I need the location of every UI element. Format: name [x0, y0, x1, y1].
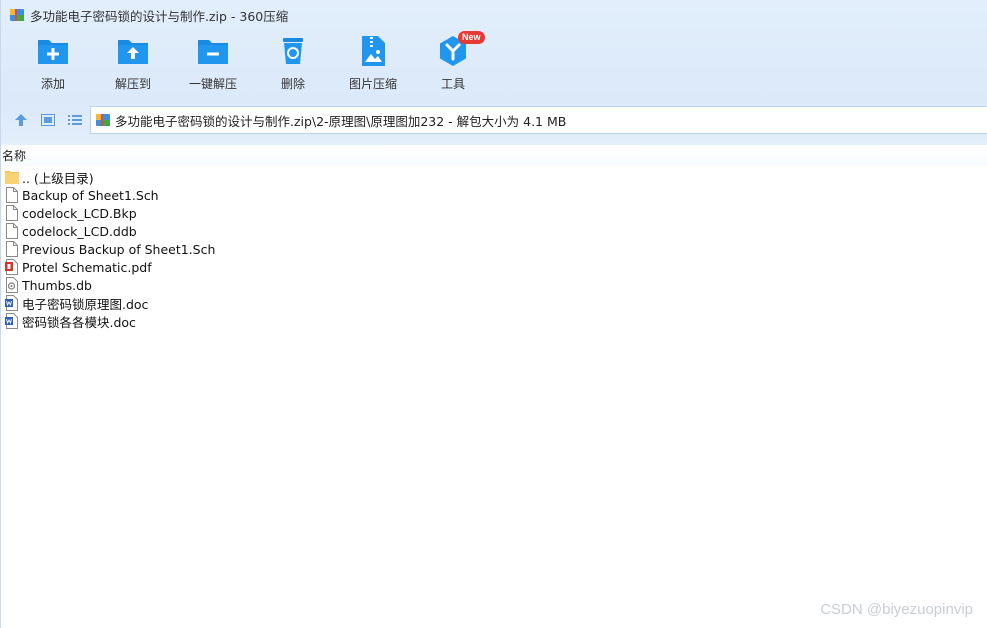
tools-label: 工具 [440, 77, 465, 91]
list-view-button[interactable] [63, 108, 87, 132]
extract-to-label: 解压到 [114, 77, 151, 91]
path-bar[interactable]: 多功能电子密码锁的设计与制作.zip\2-原理图\原理图加232 - 解包大小为… [90, 106, 987, 134]
add-label: 添加 [40, 77, 65, 91]
file-name: codelock_LCD.ddb [22, 223, 137, 239]
add-folder-icon [38, 40, 68, 64]
list-header: 名称 [1, 145, 987, 166]
file-icon [6, 205, 18, 221]
extract-to-button[interactable]: 解压到 [93, 34, 173, 98]
file-name: Thumbs.db [22, 277, 92, 293]
list-view-icon [68, 115, 82, 125]
db-file-icon [6, 277, 18, 293]
delete-label: 删除 [280, 77, 305, 91]
list-item[interactable]: .. (上级目录) [1, 168, 987, 186]
list-item[interactable]: codelock_LCD.ddb [1, 222, 987, 240]
toolbar: 添加 解压到 一键解压 删除 图片压缩 New 工具 [1, 31, 987, 98]
list-item[interactable]: Previous Backup of Sheet1.Sch [1, 240, 987, 258]
file-icon [6, 241, 18, 257]
add-button[interactable]: 添加 [13, 34, 93, 98]
extract-to-icon [118, 40, 148, 64]
delete-button[interactable]: 删除 [253, 34, 333, 98]
recycle-bin-icon [283, 38, 303, 64]
file-list: .. (上级目录) Backup of Sheet1.Sch codelock_… [1, 168, 987, 330]
app-window: 多功能电子密码锁的设计与制作.zip - 360压缩 添加 解压到 一键解压 删… [0, 0, 987, 628]
list-item[interactable]: codelock_LCD.Bkp [1, 204, 987, 222]
file-name: 密码锁各各模块.doc [22, 314, 136, 330]
list-item[interactable]: 电子密码锁原理图.doc [1, 294, 987, 312]
file-name: Backup of Sheet1.Sch [22, 187, 159, 203]
file-icon [6, 223, 18, 239]
list-item[interactable]: Backup of Sheet1.Sch [1, 186, 987, 204]
file-name: 电子密码锁原理图.doc [22, 296, 149, 312]
column-header-name[interactable]: 名称 [2, 147, 26, 164]
watermark: CSDN @biyezuopinvip [820, 601, 973, 618]
list-item[interactable]: Protel Schematic.pdf [1, 258, 987, 276]
tools-button[interactable]: New 工具 [413, 31, 493, 98]
word-file-icon [5, 313, 18, 329]
file-name: Previous Backup of Sheet1.Sch [22, 241, 216, 257]
folder-icon [5, 171, 19, 184]
arrow-up-icon [15, 114, 27, 126]
app-logo-icon [10, 9, 24, 21]
title-bar: 多功能电子密码锁的设计与制作.zip - 360压缩 [1, 0, 987, 30]
file-name: codelock_LCD.Bkp [22, 205, 137, 221]
word-file-icon [5, 295, 18, 311]
one-click-extract-label: 一键解压 [188, 77, 237, 91]
thumbnail-view-icon [41, 114, 55, 126]
new-badge: New [458, 31, 485, 44]
image-compress-icon [362, 36, 385, 66]
up-level-button[interactable] [9, 108, 33, 132]
image-compress-label: 图片压缩 [348, 77, 397, 91]
list-item[interactable]: 密码锁各各模块.doc [1, 312, 987, 330]
file-name: .. (上级目录) [22, 170, 94, 186]
navigation-bar: 多功能电子密码锁的设计与制作.zip\2-原理图\原理图加232 - 解包大小为… [1, 106, 987, 134]
pdf-file-icon [5, 259, 18, 275]
one-click-extract-icon [198, 40, 228, 64]
thumbnail-view-button[interactable] [36, 108, 60, 132]
image-compress-button[interactable]: 图片压缩 [333, 34, 413, 98]
file-name: Protel Schematic.pdf [22, 259, 152, 275]
list-item[interactable]: Thumbs.db [1, 276, 987, 294]
archive-icon [96, 114, 110, 126]
one-click-extract-button[interactable]: 一键解压 [173, 34, 253, 98]
path-text: 多功能电子密码锁的设计与制作.zip\2-原理图\原理图加232 - 解包大小为… [115, 113, 567, 129]
top-area: 多功能电子密码锁的设计与制作.zip - 360压缩 添加 解压到 一键解压 删… [1, 0, 987, 145]
window-title: 多功能电子密码锁的设计与制作.zip - 360压缩 [30, 8, 289, 24]
file-icon [6, 187, 18, 203]
